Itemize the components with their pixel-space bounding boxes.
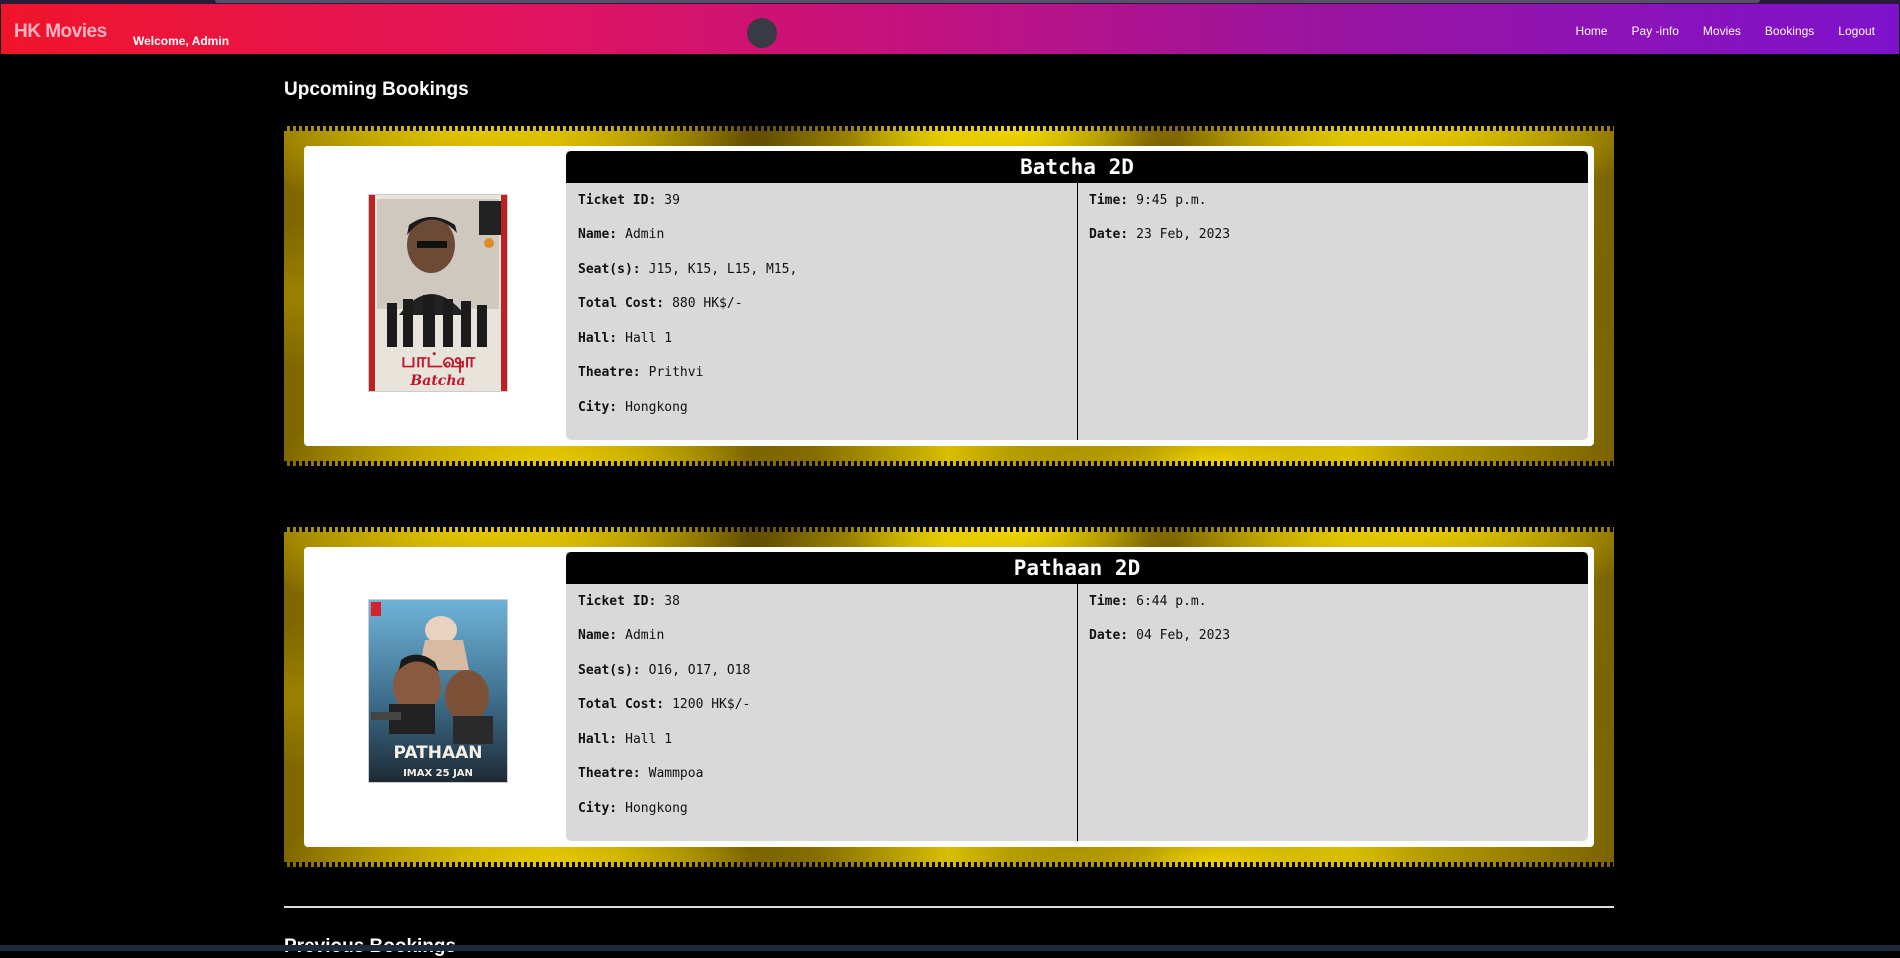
hall-row: Hall: Hall 1 (578, 722, 750, 757)
booking-ticket: PATHAAN IMAX 25 JAN Pathaan 2D Ticket ID… (284, 527, 1614, 867)
ticket-id-value: 38 (664, 593, 680, 609)
browser-bottom-bar (0, 945, 1900, 951)
column-divider (1077, 584, 1078, 841)
time-label: Time: (1089, 593, 1129, 609)
section-divider (284, 906, 1614, 908)
name-row: Name: Admin (578, 218, 797, 253)
theatre-value: Wammpoa (648, 766, 704, 782)
ticket-id-value: 39 (664, 192, 680, 208)
ticket-id-row: Ticket ID: 38 (578, 584, 750, 619)
column-divider (1077, 183, 1078, 440)
time-value: 6:44 p.m. (1136, 593, 1207, 609)
name-label: Name: (578, 227, 618, 243)
booking-ticket: பாட்ஷா Batcha Batcha 2D Ticket ID: 39 Nam… (284, 126, 1614, 466)
booking-details: Pathaan 2D Ticket ID: 38 Name: Admin Seat(… (566, 552, 1588, 841)
details-left-column: Ticket ID: 38 Name: Admin Seat(s): O16, O17… (578, 584, 750, 826)
theatre-label: Theatre: (578, 365, 641, 381)
name-row: Name: Admin (578, 619, 750, 654)
details-right-column: Time: 6:44 p.m. Date: 04 Feb, 2023 (1089, 584, 1230, 653)
date-row: Date: 23 Feb, 2023 (1089, 218, 1230, 253)
nav-logout-link[interactable]: Logout (1838, 24, 1875, 38)
seats-row: Seat(s): O16, O17, O18 (578, 653, 750, 688)
svg-text:PATHAAN: PATHAAN (393, 743, 482, 763)
avatar[interactable] (747, 18, 777, 48)
ticket-id-label: Ticket ID: (578, 593, 657, 609)
ticket-id-row: Ticket ID: 39 (578, 183, 797, 218)
seats-row: Seat(s): J15, K15, L15, M15, (578, 252, 797, 287)
movie-poster: பாட்ஷா Batcha (368, 194, 508, 392)
date-label: Date: (1089, 628, 1129, 644)
theatre-value: Prithvi (648, 365, 704, 381)
total-cost-row: Total Cost: 1200 HK$/- (578, 688, 750, 723)
hall-row: Hall: Hall 1 (578, 321, 797, 356)
total-cost-row: Total Cost: 880 HK$/- (578, 287, 797, 322)
browser-tab-bar (215, 0, 1760, 3)
time-label: Time: (1089, 192, 1129, 208)
details-left-column: Ticket ID: 39 Name: Admin Seat(s): J15, K15… (578, 183, 797, 425)
welcome-text: Welcome, Admin (133, 34, 230, 48)
movie-title: Batcha 2D (566, 151, 1588, 183)
svg-text:Batcha: Batcha (409, 373, 465, 389)
details-right-column: Time: 9:45 p.m. Date: 23 Feb, 2023 (1089, 183, 1230, 252)
movie-poster-image: PATHAAN IMAX 25 JAN (369, 600, 507, 782)
city-row: City: Hongkong (578, 390, 797, 425)
time-row: Time: 6:44 p.m. (1089, 584, 1230, 619)
seats-value: J15, K15, L15, M15, (648, 261, 798, 277)
hall-value: Hall 1 (625, 731, 673, 747)
movie-poster: PATHAAN IMAX 25 JAN (368, 599, 508, 783)
hall-label: Hall: (578, 330, 618, 346)
city-value: Hongkong (625, 399, 688, 415)
city-row: City: Hongkong (578, 791, 750, 826)
date-value: 04 Feb, 2023 (1136, 628, 1231, 644)
total-cost-label: Total Cost: (578, 296, 665, 312)
time-row: Time: 9:45 p.m. (1089, 183, 1230, 218)
seats-label: Seat(s): (578, 261, 641, 277)
theatre-row: Theatre: Prithvi (578, 356, 797, 391)
booking-details: Batcha 2D Ticket ID: 39 Name: Admin Seat(s… (566, 151, 1588, 440)
total-cost-value: 880 HK$/- (672, 296, 743, 312)
nav-movies-link[interactable]: Movies (1703, 24, 1741, 38)
seats-value: O16, O17, O18 (648, 662, 751, 678)
city-label: City: (578, 800, 618, 816)
svg-text:IMAX 25 JAN: IMAX 25 JAN (403, 768, 473, 779)
date-value: 23 Feb, 2023 (1136, 227, 1231, 243)
brand-logo[interactable]: HK Movies (14, 21, 107, 43)
nav-pay-info-link[interactable]: Pay -info (1632, 24, 1679, 38)
navbar: HK Movies Welcome, Admin Home Pay -info … (1, 4, 1899, 54)
nav-home-link[interactable]: Home (1576, 24, 1608, 38)
movie-title: Pathaan 2D (566, 552, 1588, 584)
total-cost-value: 1200 HK$/- (672, 697, 751, 713)
hall-value: Hall 1 (625, 330, 673, 346)
seats-label: Seat(s): (578, 662, 641, 678)
time-value: 9:45 p.m. (1136, 192, 1207, 208)
theatre-label: Theatre: (578, 766, 641, 782)
upcoming-bookings-title: Upcoming Bookings (284, 79, 469, 100)
svg-text:பாட்ஷா: பாட்ஷா (401, 348, 476, 374)
theatre-row: Theatre: Wammpoa (578, 757, 750, 792)
city-value: Hongkong (625, 800, 688, 816)
name-value: Admin (625, 628, 665, 644)
hall-label: Hall: (578, 731, 618, 747)
ticket-id-label: Ticket ID: (578, 192, 657, 208)
nav-links: Home Pay -info Movies Bookings Logout (1576, 24, 1875, 38)
name-label: Name: (578, 628, 618, 644)
ticket-card: பாட்ஷா Batcha Batcha 2D Ticket ID: 39 Nam… (304, 146, 1594, 446)
movie-poster-image: பாட்ஷா Batcha (369, 195, 507, 391)
total-cost-label: Total Cost: (578, 697, 665, 713)
date-label: Date: (1089, 227, 1129, 243)
nav-bookings-link[interactable]: Bookings (1765, 24, 1814, 38)
name-value: Admin (625, 227, 665, 243)
date-row: Date: 04 Feb, 2023 (1089, 619, 1230, 654)
city-label: City: (578, 399, 618, 415)
ticket-card: PATHAAN IMAX 25 JAN Pathaan 2D Ticket ID… (304, 547, 1594, 847)
